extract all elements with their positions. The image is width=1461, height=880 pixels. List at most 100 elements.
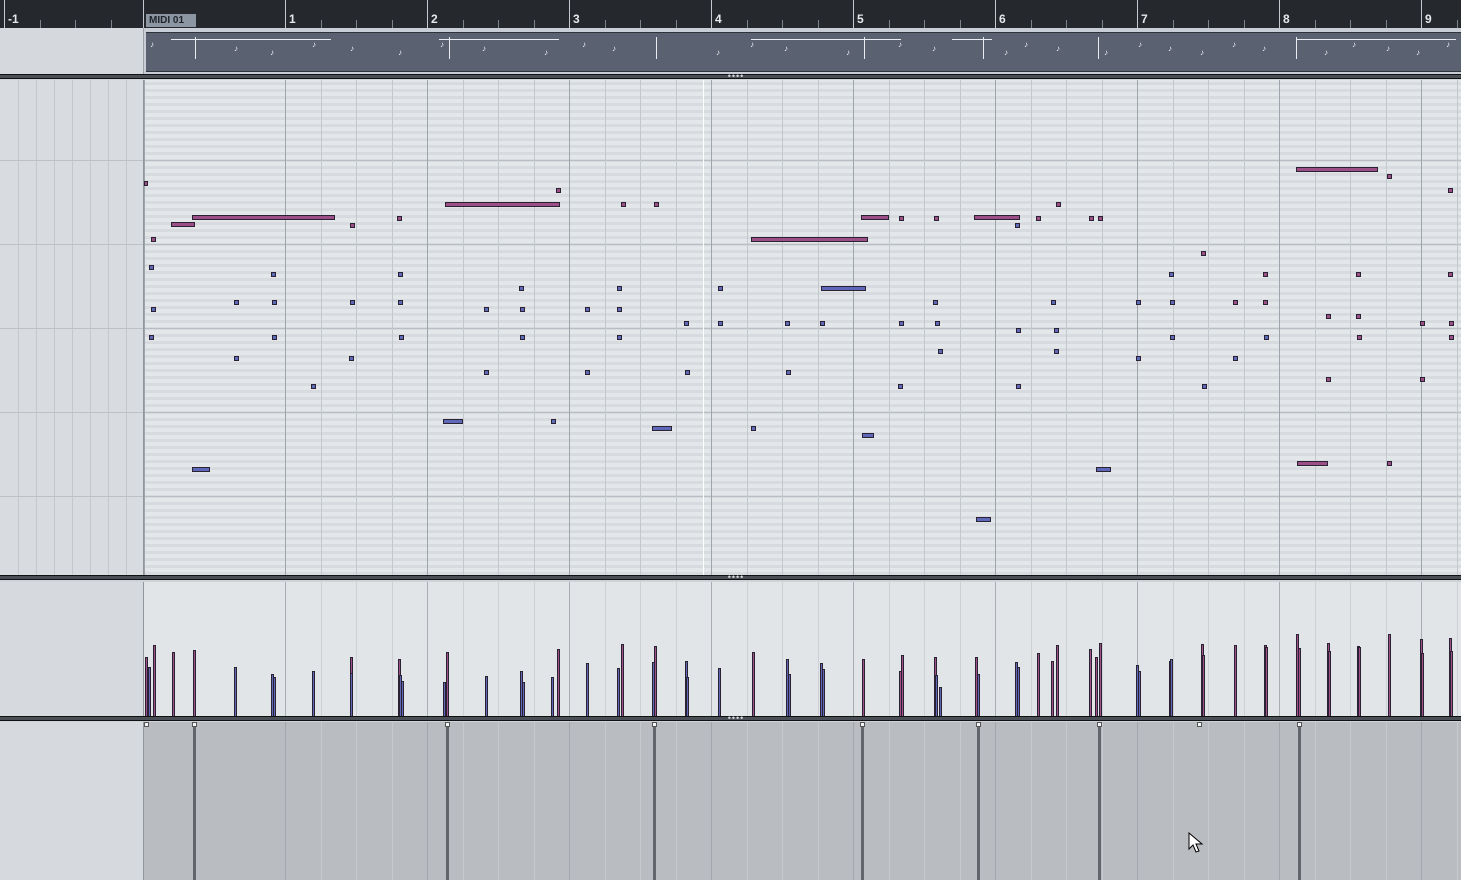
midi-note[interactable] (1264, 335, 1269, 340)
midi-note[interactable] (786, 370, 791, 375)
velocity-bar[interactable] (446, 652, 449, 717)
midi-note[interactable] (1098, 216, 1103, 221)
velocity-bar[interactable] (822, 669, 825, 717)
midi-note[interactable] (398, 300, 403, 305)
ruler-bar-label[interactable]: -1 (8, 12, 19, 26)
midi-note[interactable] (751, 426, 756, 431)
midi-note[interactable] (149, 265, 154, 270)
splitter-velocity-controller[interactable]: •••• (0, 714, 1461, 723)
midi-note[interactable] (821, 286, 866, 291)
midi-note[interactable] (1089, 216, 1094, 221)
midi-note[interactable] (934, 216, 939, 221)
velocity-grid[interactable] (144, 582, 1461, 717)
velocity-bar[interactable] (1388, 634, 1391, 717)
midi-note[interactable] (1387, 461, 1392, 466)
splitter-notes-velocity[interactable]: •••• (0, 573, 1461, 582)
midi-note[interactable] (685, 370, 690, 375)
ruler-bar-label[interactable]: 1 (289, 12, 296, 26)
velocity-bar[interactable] (1099, 643, 1102, 717)
midi-note[interactable] (1356, 272, 1361, 277)
note-editor[interactable] (0, 80, 1461, 576)
midi-note[interactable] (399, 335, 404, 340)
midi-note[interactable] (151, 307, 156, 312)
midi-note[interactable] (349, 356, 354, 361)
velocity-bar[interactable] (939, 687, 942, 717)
midi-note[interactable] (1054, 349, 1059, 354)
midi-note[interactable] (311, 384, 316, 389)
midi-note[interactable] (617, 286, 622, 291)
midi-note[interactable] (1263, 272, 1268, 277)
velocity-bar[interactable] (234, 667, 237, 717)
velocity-bar[interactable] (1170, 659, 1173, 717)
splitter-grip-icon[interactable]: •••• (724, 714, 748, 723)
midi-note[interactable] (1420, 377, 1425, 382)
midi-note[interactable] (1387, 174, 1392, 179)
controller-event-node[interactable] (1097, 722, 1102, 727)
ruler-bar-label[interactable]: 6 (999, 12, 1006, 26)
midi-note[interactable] (484, 307, 489, 312)
midi-note[interactable] (1296, 167, 1378, 172)
midi-note[interactable] (684, 321, 689, 326)
velocity-bar[interactable] (1298, 648, 1301, 717)
splitter-score-notes[interactable]: •••• (0, 72, 1461, 81)
controller-event-line[interactable] (653, 722, 656, 880)
velocity-bar[interactable] (686, 677, 689, 717)
velocity-bar[interactable] (1089, 649, 1092, 717)
midi-note[interactable] (350, 223, 355, 228)
midi-note[interactable] (617, 335, 622, 340)
midi-note[interactable] (1136, 356, 1141, 361)
splitter-grip-icon[interactable]: •••• (724, 72, 748, 81)
midi-note[interactable] (1016, 384, 1021, 389)
playhead-cursor[interactable] (703, 80, 704, 576)
ruler-bar-label[interactable]: 7 (1141, 12, 1148, 26)
midi-note[interactable] (484, 370, 489, 375)
velocity-bar[interactable] (153, 645, 156, 717)
midi-note[interactable] (1016, 328, 1021, 333)
velocity-bar[interactable] (1328, 651, 1331, 717)
velocity-lane[interactable] (0, 582, 1461, 717)
controller-lane[interactable] (0, 722, 1461, 880)
midi-note[interactable] (1357, 335, 1362, 340)
midi-note[interactable] (1448, 188, 1453, 193)
velocity-bar[interactable] (901, 655, 904, 717)
midi-note[interactable] (976, 517, 991, 522)
velocity-bar[interactable] (862, 659, 865, 717)
midi-note[interactable] (820, 321, 825, 326)
midi-note[interactable] (938, 349, 943, 354)
midi-note[interactable] (1054, 328, 1059, 333)
controller-event-line[interactable] (193, 722, 196, 880)
velocity-bar[interactable] (1358, 647, 1361, 717)
midi-note[interactable] (1356, 314, 1361, 319)
midi-note[interactable] (933, 300, 938, 305)
ruler-bar-label[interactable]: 9 (1425, 12, 1432, 26)
ruler-bar-label[interactable]: 5 (857, 12, 864, 26)
controller-event-line[interactable] (1098, 722, 1101, 880)
controller-event-line[interactable] (977, 722, 980, 880)
midi-note[interactable] (350, 300, 355, 305)
controller-grid[interactable] (144, 722, 1461, 880)
controller-event-node[interactable] (1197, 722, 1202, 727)
midi-note[interactable] (445, 202, 560, 207)
midi-note[interactable] (1263, 300, 1268, 305)
velocity-bar[interactable] (273, 677, 276, 717)
midi-note[interactable] (718, 286, 723, 291)
velocity-bar[interactable] (586, 663, 589, 717)
velocity-bar[interactable] (312, 671, 315, 717)
timeline-ruler[interactable]: MIDI 01 -1 1 2 3 4 5 6 7 8 9 (0, 0, 1461, 29)
midi-note[interactable] (1201, 251, 1206, 256)
controller-event-node[interactable] (860, 722, 865, 727)
midi-note[interactable] (192, 215, 335, 220)
velocity-bar[interactable] (1450, 651, 1453, 717)
midi-note[interactable] (551, 419, 556, 424)
controller-event-node[interactable] (144, 722, 149, 727)
controller-event-line[interactable] (861, 722, 864, 880)
ruler-bar-label[interactable]: 3 (573, 12, 580, 26)
velocity-bar[interactable] (977, 674, 980, 717)
midi-note[interactable] (617, 307, 622, 312)
midi-note[interactable] (1449, 321, 1454, 326)
midi-note[interactable] (1036, 216, 1041, 221)
velocity-bar[interactable] (1056, 645, 1059, 717)
midi-note[interactable] (862, 433, 874, 438)
velocity-bar[interactable] (1037, 653, 1040, 717)
midi-note[interactable] (899, 321, 904, 326)
